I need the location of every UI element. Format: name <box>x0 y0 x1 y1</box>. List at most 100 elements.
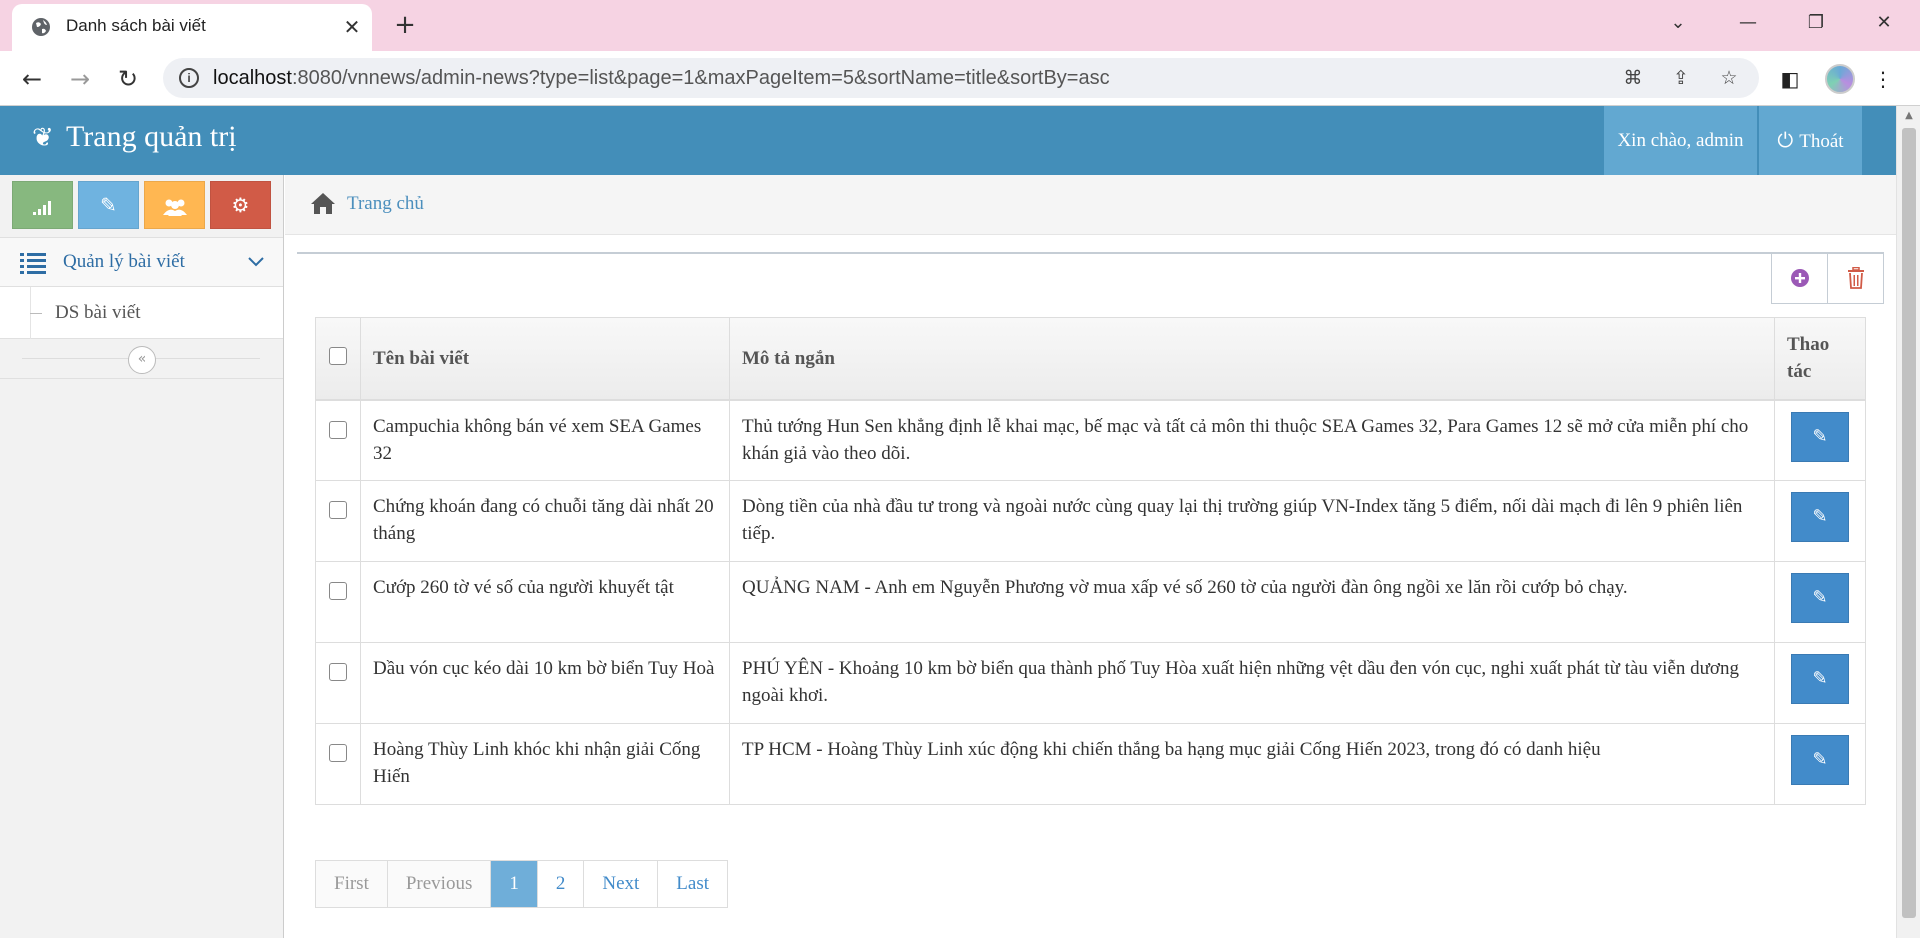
settings-shortcut-button[interactable]: ⚙ <box>210 181 271 229</box>
row-title: Dầu vón cục kéo dài 10 km bờ biển Tuy Ho… <box>360 642 730 724</box>
delete-posts-button[interactable] <box>1828 254 1884 303</box>
page-number-current[interactable]: 1 <box>490 861 537 907</box>
address-bar[interactable]: i localhost:8080/vnnews/admin-news?type=… <box>163 58 1759 98</box>
row-checkbox[interactable] <box>329 744 347 762</box>
list-icon <box>20 253 46 274</box>
scrollbar-thumb[interactable] <box>1902 128 1916 918</box>
row-checkbox[interactable] <box>329 582 347 600</box>
row-description: Thủ tướng Hun Sen khẳng định lễ khai mạc… <box>729 399 1775 481</box>
tab-title: Danh sách bài viết <box>66 16 206 35</box>
table-row: Cướp 260 tờ vé số của người khuyết tật Q… <box>315 561 1866 643</box>
row-actions-cell: ✎ <box>1774 399 1866 481</box>
row-actions-cell: ✎ <box>1774 642 1866 724</box>
page-next[interactable]: Next <box>583 861 658 907</box>
header-description[interactable]: Mô tả ngắn <box>729 317 1775 401</box>
row-select-cell <box>315 399 361 481</box>
translate-icon[interactable]: ⌘ <box>1619 64 1647 92</box>
url-text: localhost:8080/vnnews/admin-news?type=li… <box>213 67 1110 89</box>
leaf-icon: ❦ <box>32 123 54 153</box>
row-description: QUẢNG NAM - Anh em Nguyễn Phương vờ mua … <box>729 561 1775 643</box>
table-row: Hoàng Thùy Linh khóc khi nhận giải Cống … <box>315 723 1866 805</box>
side-panel-icon[interactable]: ◧ <box>1773 62 1807 96</box>
menu-manage-posts[interactable]: Quản lý bài viết <box>0 237 283 287</box>
row-checkbox[interactable] <box>329 501 347 519</box>
browser-tab[interactable]: Danh sách bài viết ✕ <box>12 4 372 51</box>
edit-icon: ✎ <box>1812 749 1828 770</box>
forward-arrow-icon[interactable]: → <box>63 62 97 96</box>
page-first[interactable]: First <box>316 861 387 907</box>
row-checkbox[interactable] <box>329 420 347 439</box>
page-viewport: ❦ Trang quản trị Xin chào, admin ⏻ Thoát ✎… <box>0 106 1896 938</box>
brand[interactable]: ❦ Trang quản trị <box>32 120 237 154</box>
page-scrollbar[interactable]: ▲ <box>1896 106 1920 938</box>
new-tab-button[interactable]: + <box>390 10 420 40</box>
row-actions-cell: ✎ <box>1774 561 1866 643</box>
edit-post-button[interactable]: ✎ <box>1791 654 1849 704</box>
power-icon: ⏻ <box>1777 128 1794 152</box>
pencil-icon: ✎ <box>100 193 117 217</box>
users-shortcut-button[interactable] <box>144 181 205 229</box>
reload-icon[interactable]: ↻ <box>111 62 145 96</box>
edit-post-button[interactable]: ✎ <box>1791 735 1849 785</box>
sidebar-collapse-row: « <box>0 339 283 379</box>
row-description: PHÚ YÊN - Khoảng 10 km bờ biển qua thành… <box>729 642 1775 724</box>
edit-shortcut-button[interactable]: ✎ <box>78 181 139 229</box>
table-header-row: Tên bài viết Mô tả ngắn Thao tác <box>315 317 1866 401</box>
chevron-down-icon <box>248 257 264 267</box>
submenu-post-list[interactable]: DS bài viết <box>0 287 283 339</box>
globe-icon <box>32 18 50 36</box>
edit-icon: ✎ <box>1812 668 1828 689</box>
restore-icon[interactable]: ❐ <box>1796 8 1836 38</box>
table-row: Chứng khoán đang có chuỗi tăng dài nhất … <box>315 480 1866 562</box>
posts-table: Tên bài viết Mô tả ngắn Thao tác Campuch… <box>315 317 1866 805</box>
pagination: First Previous 1 2 Next Last <box>315 860 729 908</box>
sidebar: ✎ ⚙ Quản lý bài viết DS bài viết « <box>0 175 284 938</box>
page-last[interactable]: Last <box>657 861 728 907</box>
header-select-cell <box>315 317 361 401</box>
row-select-cell <box>315 561 361 643</box>
row-description: Dòng tiền của nhà đầu tư trong và ngoài … <box>729 480 1775 562</box>
close-window-icon[interactable]: ✕ <box>1864 8 1904 38</box>
scroll-up-arrow-icon[interactable]: ▲ <box>1897 106 1920 126</box>
page-previous[interactable]: Previous <box>386 861 491 907</box>
page-number[interactable]: 2 <box>536 861 584 907</box>
close-tab-icon[interactable]: ✕ <box>338 13 366 41</box>
stats-shortcut-button[interactable] <box>12 181 73 229</box>
row-description: TP HCM - Hoàng Thùy Linh xúc động khi ch… <box>729 723 1775 805</box>
browser-tabstrip: Danh sách bài viết ✕ + ⌄ — ❐ ✕ <box>0 0 1920 51</box>
edit-post-button[interactable]: ✎ <box>1791 492 1849 542</box>
content-divider <box>297 252 1884 254</box>
row-select-cell <box>315 642 361 724</box>
edit-post-button[interactable]: ✎ <box>1791 411 1849 462</box>
minimize-icon[interactable]: — <box>1728 8 1768 38</box>
row-checkbox[interactable] <box>329 663 347 681</box>
header-actions: Thao tác <box>1774 317 1866 401</box>
user-greeting[interactable]: Xin chào, admin <box>1604 106 1757 175</box>
brand-title: Trang quản trị <box>66 120 237 153</box>
edit-icon: ✎ <box>1812 506 1828 527</box>
back-arrow-icon[interactable]: ← <box>15 62 49 96</box>
profile-avatar[interactable] <box>1825 64 1855 94</box>
cogs-icon: ⚙ <box>231 193 250 217</box>
plus-circle-icon <box>1790 269 1809 287</box>
bookmark-star-icon[interactable]: ☆ <box>1715 64 1743 92</box>
users-icon <box>162 199 187 216</box>
tab-search-chevron-icon[interactable]: ⌄ <box>1658 8 1698 38</box>
edit-post-button[interactable]: ✎ <box>1791 573 1849 623</box>
top-navbar: ❦ Trang quản trị Xin chào, admin ⏻ Thoát <box>0 106 1896 175</box>
site-info-icon[interactable]: i <box>179 68 199 88</box>
row-title: Hoàng Thùy Linh khóc khi nhận giải Cống … <box>360 723 730 805</box>
select-all-checkbox[interactable] <box>329 347 347 366</box>
browser-menu-icon[interactable]: ⋮ <box>1866 62 1900 96</box>
breadcrumb-home-link[interactable]: Trang chủ <box>347 193 424 215</box>
trash-icon <box>1848 266 1864 289</box>
header-title[interactable]: Tên bài viết <box>360 317 730 401</box>
share-icon[interactable]: ⇪ <box>1667 64 1695 92</box>
row-select-cell <box>315 723 361 805</box>
home-icon <box>311 193 335 214</box>
add-post-button[interactable] <box>1772 254 1828 303</box>
double-chevron-left-icon[interactable]: « <box>128 346 156 374</box>
row-title: Chứng khoán đang có chuỗi tăng dài nhất … <box>360 480 730 562</box>
logout-button[interactable]: ⏻ Thoát <box>1759 106 1862 175</box>
signal-icon <box>32 200 51 215</box>
